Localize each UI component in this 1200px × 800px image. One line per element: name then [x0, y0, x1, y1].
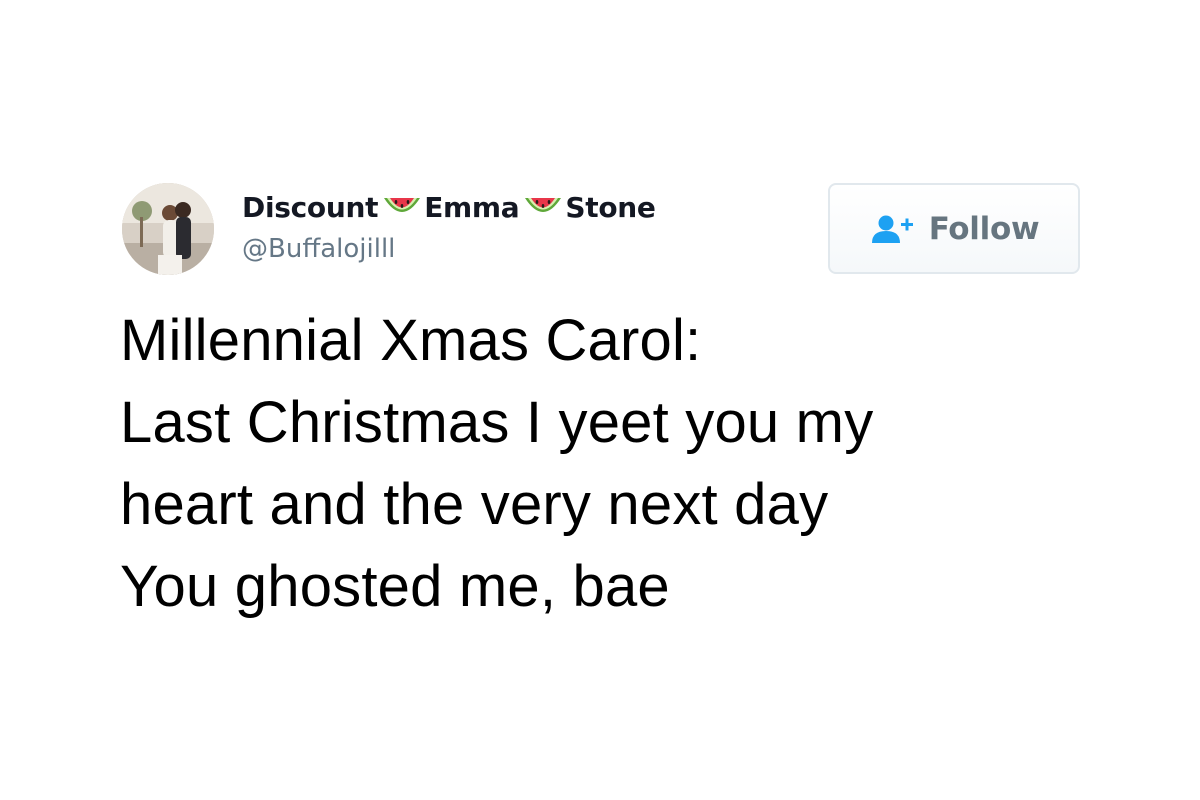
add-user-icon [869, 214, 915, 244]
tweet-line-3: heart and the very next day [120, 472, 829, 537]
avatar[interactable] [122, 183, 214, 275]
author-name-part-3: Stone [565, 190, 656, 224]
tweet-text: Millennial Xmas Carol: Last Christmas I … [120, 300, 1120, 628]
author-name[interactable]: Discount Emma Stone [242, 190, 656, 224]
tweet-line-1: Millennial Xmas Carol: [120, 308, 702, 373]
author-name-part-2: Emma [424, 190, 520, 224]
tweet-card: Discount Emma Stone @Buffalojilll Follow… [0, 0, 1200, 800]
tweet-line-2: Last Christmas I yeet you my [120, 390, 874, 455]
watermelon-icon [382, 192, 422, 222]
avatar-photo-icon [122, 183, 214, 275]
follow-button[interactable]: Follow [828, 183, 1080, 274]
author-name-part-1: Discount [242, 190, 379, 224]
tweet-line-4: You ghosted me, bae [120, 554, 670, 619]
follow-label: Follow [928, 210, 1040, 247]
watermelon-icon [523, 192, 563, 222]
author-handle[interactable]: @Buffalojilll [242, 234, 395, 264]
